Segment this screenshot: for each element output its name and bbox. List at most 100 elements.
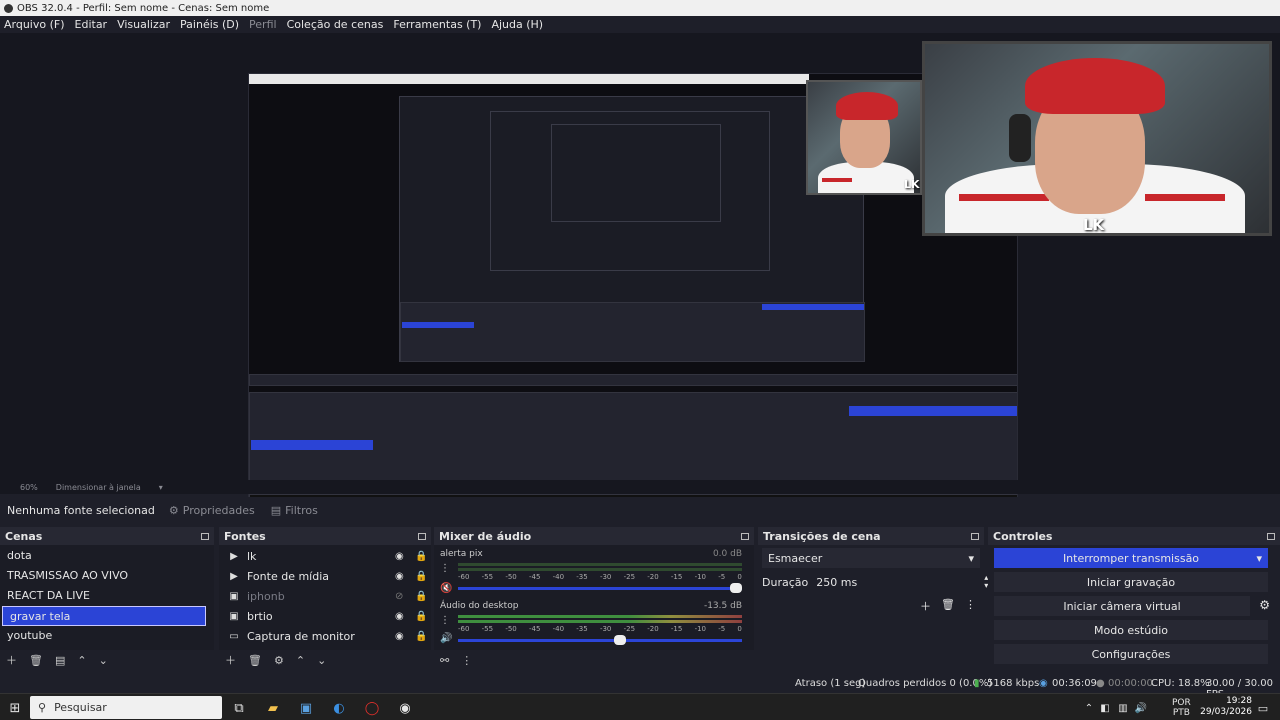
more-vertical-icon[interactable]: ⋮	[461, 654, 472, 667]
notification-icon[interactable]: ▭	[1254, 699, 1272, 717]
chevron-down-icon[interactable]: ▾	[159, 483, 163, 492]
speaker-icon[interactable]: 🔊	[440, 633, 452, 644]
chevron-up-icon[interactable]: ⌃	[296, 654, 305, 667]
source-item-brtio[interactable]: ▣ brtio ◉ 🔒	[219, 606, 431, 626]
filter-icon[interactable]: ▤	[55, 654, 65, 667]
zoom-level[interactable]: 60%	[20, 483, 38, 492]
obs-icon[interactable]: ◉	[396, 699, 414, 717]
menu-editar[interactable]: Editar	[75, 18, 108, 31]
menu-ajuda[interactable]: Ajuda (H)	[491, 18, 543, 31]
task-view-icon[interactable]: ⧉	[230, 699, 248, 717]
more-vertical-icon[interactable]: ⋮	[440, 615, 450, 626]
eye-icon[interactable]: ◉	[395, 571, 404, 582]
stop-streaming-button[interactable]: Interromper transmissão ▾	[994, 548, 1268, 568]
scene-item-gravar-tela[interactable]: gravar tela	[2, 606, 206, 626]
taskbar-clock[interactable]: 19:28 29/03/2026	[1200, 696, 1252, 718]
file-explorer-icon[interactable]: ▰	[264, 699, 282, 717]
link-icon[interactable]: ⚯	[440, 654, 449, 667]
source-label: Captura de monitor	[247, 629, 355, 643]
sources-title: Fontes	[224, 529, 266, 543]
settings-button[interactable]: Configurações	[994, 644, 1268, 664]
speaker-muted-icon[interactable]: 🔇	[440, 583, 452, 594]
undock-icon[interactable]	[971, 532, 979, 540]
volume-slider-handle[interactable]	[730, 583, 742, 593]
eye-hidden-icon[interactable]: ⊘	[395, 591, 403, 602]
windows-start-icon[interactable]: ⊞	[6, 699, 24, 717]
source-item-fonte-midia[interactable]: ▶ Fonte de mídia ◉ 🔒	[219, 566, 431, 586]
undock-icon[interactable]	[201, 532, 209, 540]
lock-icon[interactable]: 🔒	[415, 631, 427, 642]
chevron-down-icon[interactable]: ⌄	[317, 654, 326, 667]
more-vertical-icon[interactable]: ⋮	[440, 563, 450, 574]
studio-mode-button[interactable]: Modo estúdio	[994, 620, 1268, 640]
opera-icon[interactable]: ◯	[363, 699, 381, 717]
gear-icon[interactable]: ⚙	[1259, 598, 1270, 612]
undock-icon[interactable]	[741, 532, 749, 540]
taskbar-search[interactable]: ⚲ Pesquisar	[30, 696, 222, 719]
add-icon[interactable]: ＋	[6, 652, 17, 668]
eye-icon[interactable]: ◉	[395, 551, 404, 562]
add-icon[interactable]: ＋	[920, 598, 931, 614]
controls-dock-header: Controles	[988, 527, 1280, 545]
more-vertical-icon[interactable]: ⋮	[965, 598, 976, 614]
eye-icon[interactable]: ◉	[395, 611, 404, 622]
store-icon[interactable]: ▣	[297, 699, 315, 717]
transitions-dock-header: Transições de cena	[758, 527, 984, 545]
monitor-icon: ▭	[229, 630, 239, 642]
chevron-down-icon[interactable]: ⌄	[99, 654, 108, 667]
source-item-captura-monitor[interactable]: ▭ Captura de monitor ◉ 🔒	[219, 626, 431, 646]
lock-icon[interactable]: 🔒	[415, 571, 427, 582]
undock-icon[interactable]	[418, 532, 426, 540]
trash-icon[interactable]: 🗑	[941, 598, 955, 614]
add-icon[interactable]: ＋	[225, 652, 236, 668]
scene-item-react[interactable]: REACT DA LIVE	[0, 586, 214, 606]
webcam-label-small: LK	[904, 178, 920, 191]
webcam-source-small: LK	[806, 80, 922, 195]
menu-ferramentas[interactable]: Ferramentas (T)	[393, 18, 481, 31]
volume-slider[interactable]	[458, 583, 742, 593]
undock-icon[interactable]	[1267, 532, 1275, 540]
duration-input[interactable]: 250 ms	[816, 576, 976, 589]
start-recording-button[interactable]: Iniciar gravação	[994, 572, 1268, 592]
edge-icon[interactable]: ◐	[330, 699, 348, 717]
trash-icon[interactable]: 🗑	[248, 654, 262, 667]
volume-slider[interactable]	[458, 635, 742, 645]
scene-item-trasmissao[interactable]: TRASMISSAO AO VIVO	[0, 566, 214, 586]
chevron-up-icon[interactable]: ⌃	[77, 654, 86, 667]
scene-item-youtube[interactable]: youtube	[0, 626, 214, 646]
scene-item-dota[interactable]: dota	[0, 546, 214, 566]
gear-icon[interactable]: ⚙	[274, 654, 284, 667]
source-item-lk[interactable]: ▶ lk ◉ 🔒	[219, 546, 431, 566]
chevron-down-icon[interactable]: ▾	[1256, 552, 1262, 565]
zoom-mode[interactable]: Dimensionar à janela	[56, 483, 141, 492]
keyboard-label: PTB	[1172, 708, 1190, 718]
menu-arquivo[interactable]: Arquivo (F)	[4, 18, 65, 31]
menu-colecao-cenas[interactable]: Coleção de cenas	[287, 18, 384, 31]
lock-icon[interactable]: 🔒	[415, 591, 427, 602]
menu-paineis[interactable]: Painéis (D)	[180, 18, 239, 31]
source-item-iphonb[interactable]: ▣ iphonb ⊘ 🔒	[219, 586, 431, 606]
eye-icon[interactable]: ◉	[395, 631, 404, 642]
start-virtual-camera-button[interactable]: Iniciar câmera virtual	[994, 596, 1250, 616]
menu-perfil[interactable]: Perfil	[249, 18, 277, 31]
virtualcam-button-label: Iniciar câmera virtual	[1063, 599, 1181, 613]
duration-label: Duração	[762, 575, 809, 589]
properties-button[interactable]: ⚙ Propriedades	[169, 504, 255, 517]
transition-select[interactable]: Esmaecer ▾	[762, 548, 980, 568]
volume-slider-handle[interactable]	[613, 635, 626, 645]
preview-area[interactable]: LK LK	[0, 33, 1280, 507]
input-language[interactable]: POR PTB	[1172, 698, 1191, 718]
lock-icon[interactable]: 🔒	[415, 551, 427, 562]
status-delay: Atraso (1 seg)	[795, 678, 866, 689]
filters-label: Filtros	[285, 503, 318, 517]
scenes-title: Cenas	[5, 529, 43, 543]
lock-icon[interactable]: 🔒	[415, 611, 427, 622]
volume-meter	[458, 563, 742, 566]
trash-icon[interactable]: 🗑	[29, 654, 43, 667]
filters-button[interactable]: ▤ Filtros	[271, 504, 318, 517]
menu-visualizar[interactable]: Visualizar	[117, 18, 170, 31]
volume-icon[interactable]: 🔊	[1132, 699, 1150, 717]
tray-icons[interactable]: ◧	[1096, 699, 1114, 717]
network-icon[interactable]: ▥	[1114, 699, 1132, 717]
status-bitrate: 5168 kbps	[987, 678, 1040, 689]
